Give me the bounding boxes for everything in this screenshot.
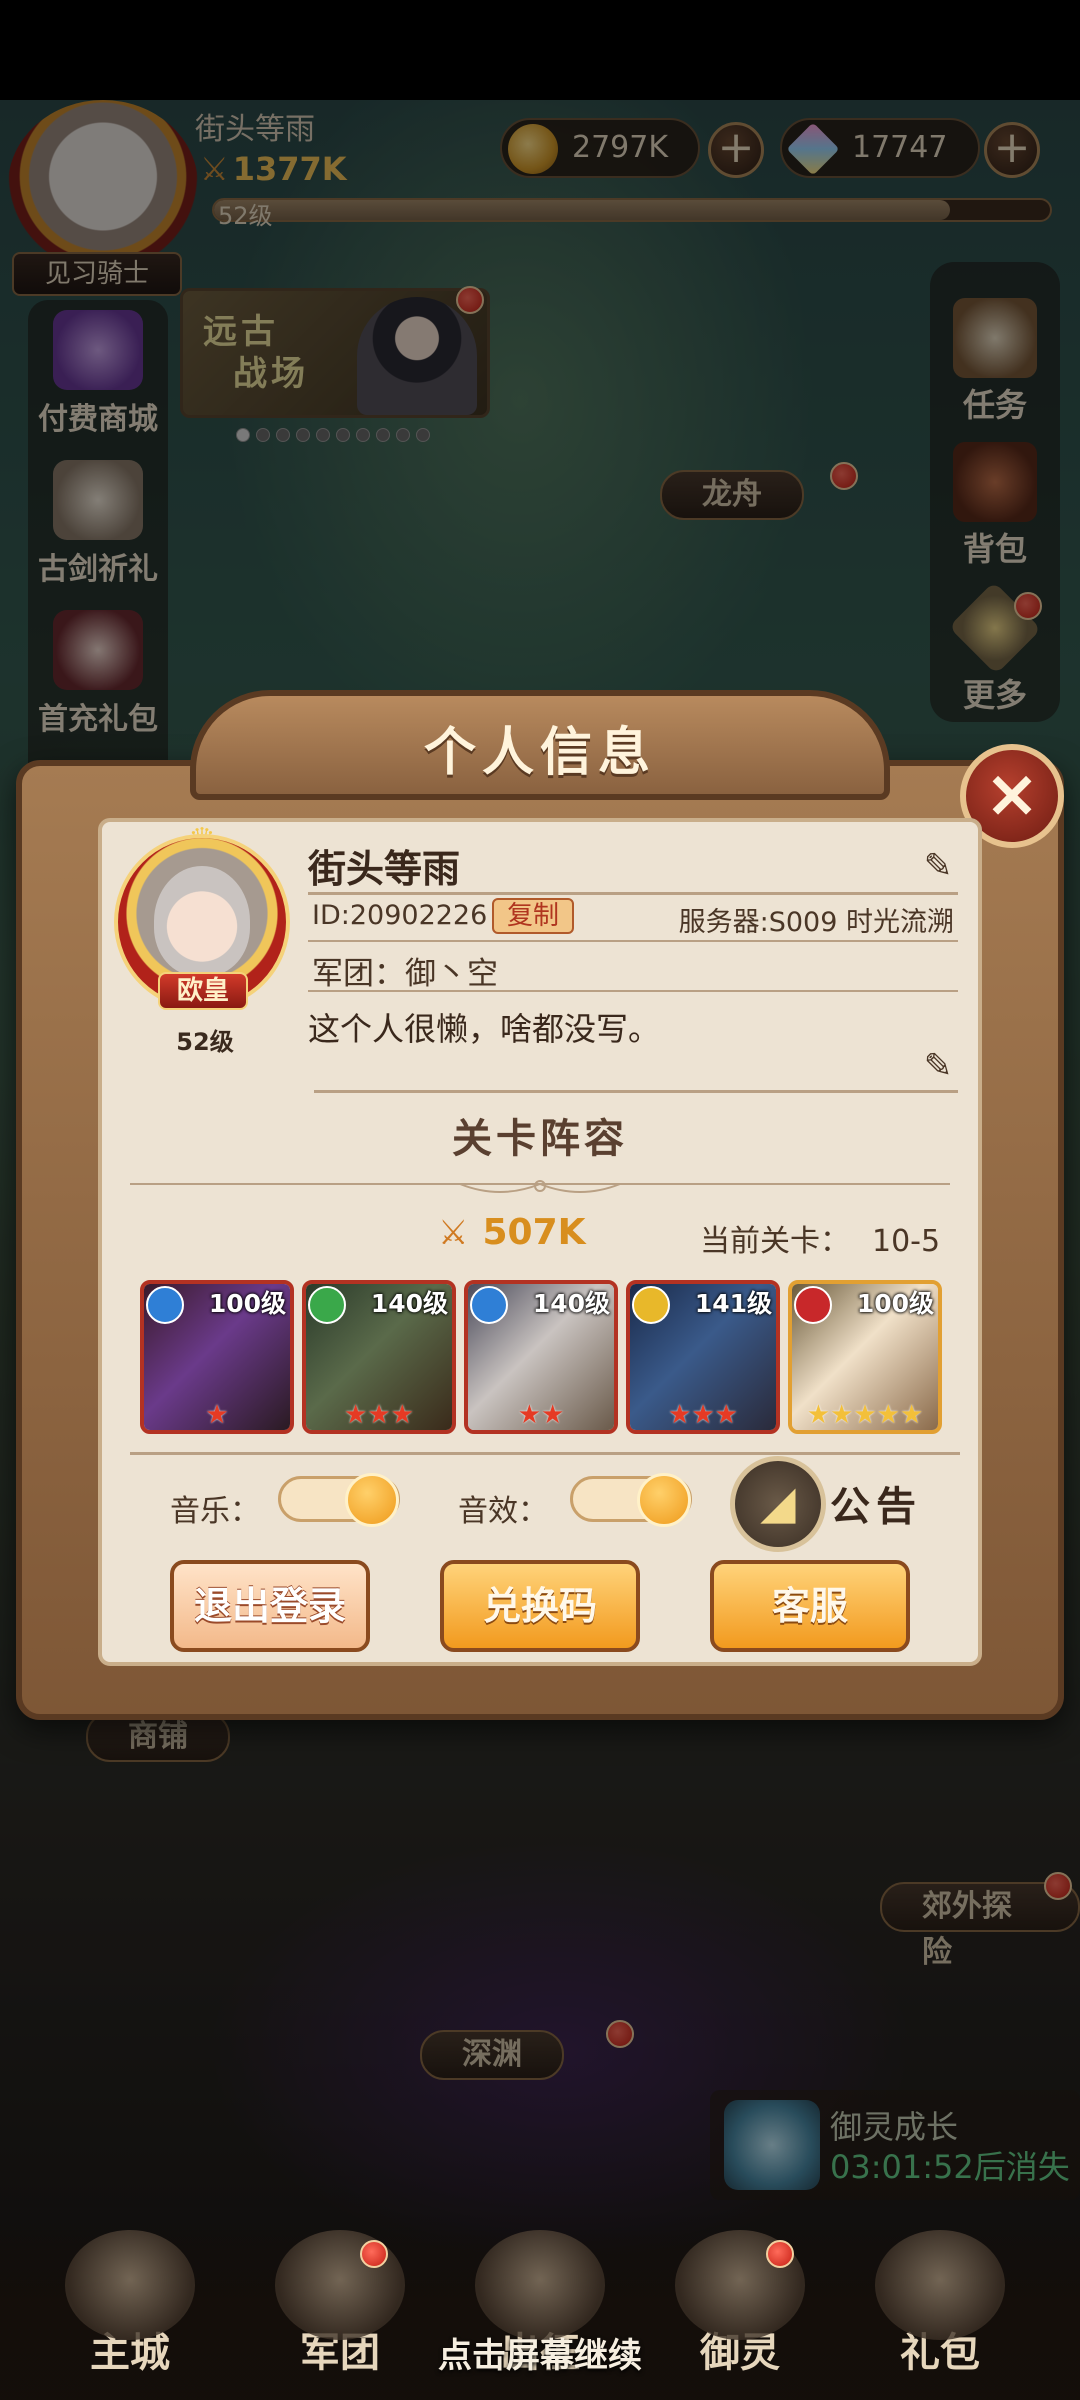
- hero-level: 141级: [694, 1289, 772, 1318]
- toggle-knob: [345, 1473, 399, 1527]
- hero-level: 100级: [856, 1289, 934, 1318]
- stage-label: 当前关卡：: [700, 1224, 850, 1259]
- divider: [314, 1090, 958, 1093]
- music-toggle[interactable]: [278, 1473, 400, 1527]
- stage-value: 10-5: [872, 1224, 941, 1259]
- tap-to-continue-hint: 点击屏幕继续: [438, 2336, 642, 2376]
- hero-level: 140级: [370, 1289, 448, 1318]
- gift-shop-icon: [875, 2230, 1005, 2340]
- edit-name-icon[interactable]: ✎: [918, 846, 958, 886]
- hero-stars: ★★★: [344, 1400, 414, 1430]
- hero-level: 100级: [208, 1289, 286, 1318]
- divider: [308, 892, 958, 895]
- server-name: 服务器:S009 时光流溯: [678, 907, 954, 938]
- copy-id-button[interactable]: 复制: [492, 898, 574, 934]
- avatar-portrait: [154, 866, 250, 976]
- hero-stars: ★★★: [668, 1400, 738, 1430]
- notice-label[interactable]: 公告: [830, 1474, 922, 1532]
- hero-card[interactable]: 141级 ★★★: [626, 1280, 780, 1434]
- player-id: ID:20902226: [312, 900, 488, 931]
- lineup-section-title: 关卡阵容: [452, 1116, 628, 1162]
- current-stage: 当前关卡： 10-5: [700, 1216, 940, 1260]
- lineup-power: ⚔ 507K: [438, 1212, 586, 1253]
- hero-card[interactable]: 140级 ★★: [464, 1280, 618, 1434]
- logout-button[interactable]: 退出登录: [170, 1560, 370, 1652]
- redeem-code-button[interactable]: 兑换码: [440, 1560, 640, 1652]
- sfx-label: 音效：: [458, 1494, 548, 1529]
- hero-card[interactable]: 100级 ★★★★★: [788, 1280, 942, 1434]
- hero-stars: ★: [205, 1400, 229, 1430]
- hero-card[interactable]: 140级 ★★★: [302, 1280, 456, 1434]
- megaphone-icon[interactable]: ◢: [730, 1456, 826, 1552]
- divider: [308, 990, 958, 992]
- hero-level: 140级: [532, 1289, 610, 1318]
- vip-title-badge: 欧皇: [158, 972, 248, 1010]
- music-label: 音乐：: [170, 1494, 260, 1529]
- notification-dot: [766, 2240, 794, 2268]
- main-city-icon: [65, 2230, 195, 2340]
- crossed-swords-icon: ⚔: [438, 1213, 469, 1253]
- edit-signature-icon[interactable]: ✎: [918, 1046, 958, 1086]
- notification-dot: [360, 2240, 388, 2268]
- ornament-divider: [130, 1180, 950, 1193]
- hero-card[interactable]: 100级 ★: [140, 1280, 294, 1434]
- player-signature: 这个人很懒，啥都没写。: [308, 1010, 661, 1048]
- hero-stars: ★★★★★: [806, 1400, 924, 1430]
- lineup-power-value: 507K: [482, 1212, 586, 1253]
- element-icon: [794, 1286, 832, 1324]
- legion-name: 军团：御丶空: [312, 956, 498, 992]
- element-icon: [308, 1286, 346, 1324]
- element-icon: [470, 1286, 508, 1324]
- divider: [130, 1452, 960, 1455]
- sfx-toggle[interactable]: [570, 1473, 692, 1527]
- profile-avatar[interactable]: ♛ 欧皇: [108, 822, 298, 1022]
- element-icon: [146, 1286, 184, 1324]
- customer-service-button[interactable]: 客服: [710, 1560, 910, 1652]
- toggle-knob: [637, 1473, 691, 1527]
- profile-level: 52级: [176, 1028, 234, 1056]
- dialog-title: 个人信息: [423, 723, 656, 783]
- profile-name: 街头等雨: [308, 847, 461, 891]
- hero-stars: ★★: [517, 1400, 565, 1430]
- element-icon: [632, 1286, 670, 1324]
- expedition-icon: [475, 2230, 605, 2340]
- divider: [308, 940, 958, 942]
